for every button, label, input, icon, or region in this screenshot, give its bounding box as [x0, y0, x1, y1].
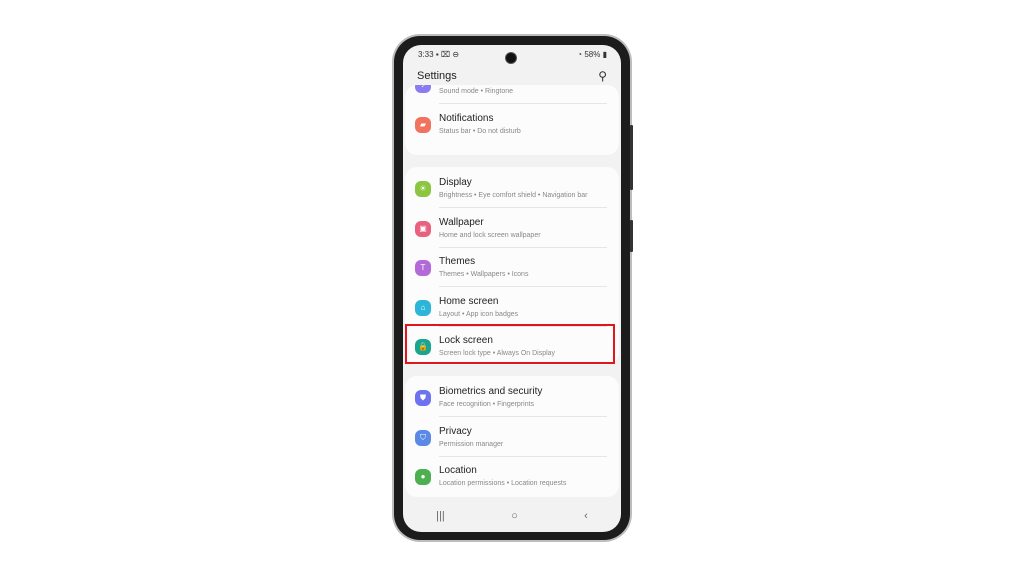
settings-item-location[interactable]: ● Location Location permissions • Locati… — [405, 457, 619, 496]
settings-item-sounds[interactable]: ♪ Sound mode • Ringtone — [405, 85, 619, 104]
item-title: Themes — [439, 256, 476, 267]
recents-button[interactable]: ||| — [436, 510, 445, 522]
search-icon[interactable]: ⚲ — [598, 69, 607, 83]
settings-item-display[interactable]: ☀ Display Brightness • Eye comfort shiel… — [405, 169, 619, 208]
item-subtitle: Face recognition • Fingerprints — [439, 401, 535, 408]
item-title: Location — [439, 465, 477, 476]
settings-item-wallpaper[interactable]: ▣ Wallpaper Home and lock screen wallpap… — [405, 209, 619, 248]
notification-icons: ▪ ⌧ ⊖ — [435, 50, 460, 59]
settings-item-notifications[interactable]: ▰ Notifications Status bar • Do not dist… — [405, 105, 619, 144]
battery-level: 58% — [584, 50, 601, 59]
settings-group-3: ⛊ Biometrics and security Face recogniti… — [405, 376, 619, 497]
wifi-icon: ◔ — [577, 50, 583, 59]
settings-item-home-screen[interactable]: ⌂ Home screen Layout • App icon badges — [405, 288, 619, 327]
biometrics-icon: ⛊ — [415, 390, 431, 406]
item-subtitle: Layout • App icon badges — [439, 310, 519, 318]
navigation-bar: ||| ○ ‹ — [403, 500, 621, 532]
settings-item-biometrics-and-security[interactable]: ⛊ Biometrics and security Face recogniti… — [405, 378, 619, 417]
status-time: 3:33 — [418, 50, 434, 59]
item-subtitle: Location permissions • Location requests — [439, 480, 567, 487]
home-button[interactable]: ○ — [511, 510, 518, 522]
item-subtitle: Permission manager — [439, 440, 504, 448]
settings-group-1: ♪ Sound mode • Ringtone ▰ Notifications … — [405, 85, 619, 155]
item-title: Notifications — [439, 112, 494, 124]
volume-button — [630, 125, 633, 190]
item-subtitle: Sound mode • Ringtone — [439, 88, 514, 95]
settings-item-themes[interactable]: T Themes Themes • Wallpapers • Icons — [405, 248, 619, 287]
notifications-icon: ▰ — [415, 116, 431, 133]
item-title: Wallpaper — [439, 216, 484, 228]
item-title: Display — [439, 177, 472, 188]
item-subtitle: Home and lock screen wallpaper — [439, 231, 541, 239]
display-icon: ☀ — [415, 181, 431, 197]
location-icon: ● — [415, 469, 431, 485]
item-subtitle: Themes • Wallpapers • Icons — [439, 271, 529, 278]
screen: 3:33 ▪ ⌧ ⊖ ◔ 58% ▮ Settings ⚲ ♪ Sound mo… — [403, 45, 621, 532]
privacy-icon: ⛉ — [415, 429, 431, 446]
battery-icon: ▮ — [602, 50, 607, 59]
home-icon: ⌂ — [415, 299, 431, 316]
item-subtitle: Status bar • Do not disturb — [439, 127, 521, 135]
page-title: Settings — [417, 70, 457, 82]
sound-icon: ♪ — [415, 85, 431, 93]
themes-icon: T — [415, 260, 431, 276]
item-title: Home screen — [439, 295, 499, 307]
camera-cutout — [506, 53, 516, 63]
item-title: Biometrics and security — [439, 386, 543, 397]
item-subtitle: Brightness • Eye comfort shield • Naviga… — [439, 192, 588, 199]
highlight-box — [405, 324, 615, 364]
wallpaper-icon: ▣ — [415, 220, 431, 237]
back-button[interactable]: ‹ — [584, 510, 588, 522]
settings-item-privacy[interactable]: ⛉ Privacy Permission manager — [405, 418, 619, 457]
item-title: Privacy — [439, 425, 472, 437]
power-button — [630, 220, 633, 252]
